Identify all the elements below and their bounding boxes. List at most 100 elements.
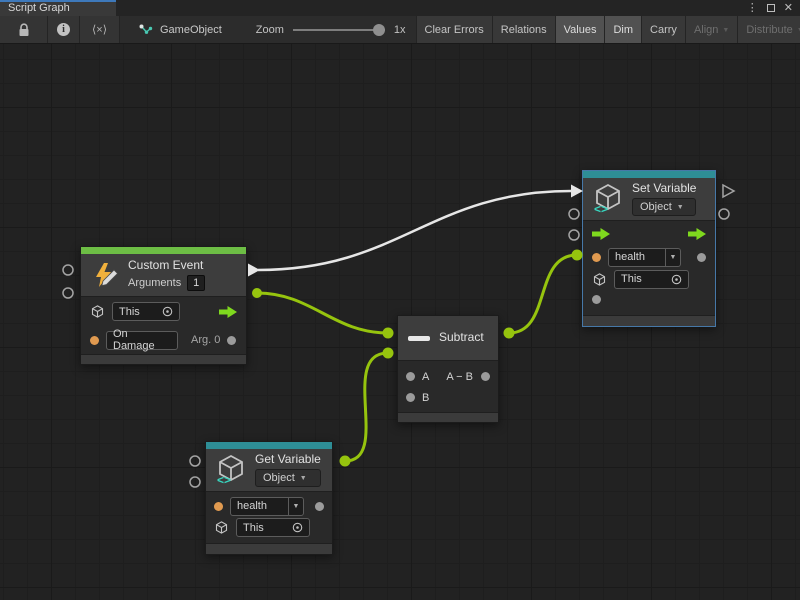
flow-input-port[interactable]: [592, 228, 610, 240]
graph-target-label: GameObject: [160, 24, 222, 36]
arg-output-port[interactable]: [227, 336, 236, 345]
outer-port-ring[interactable]: [569, 230, 579, 240]
node-footer: [398, 412, 498, 422]
cube-icon: [592, 272, 607, 287]
more-icon[interactable]: ⋮: [747, 3, 758, 14]
wire-endpoint: [383, 328, 394, 339]
subtract-header[interactable]: Subtract: [398, 316, 498, 361]
variable-name-dropdown[interactable]: health ▼: [608, 248, 681, 267]
window-controls: ⋮ ✕: [747, 0, 800, 16]
graph-canvas[interactable]: Custom Event Arguments 1 This: [0, 44, 800, 600]
target-field[interactable]: This: [236, 518, 310, 537]
event-name-field[interactable]: On Damage: [106, 331, 178, 350]
variable-accent-bar: [206, 442, 332, 449]
chevron-down-icon: ▼: [288, 498, 303, 515]
outer-port-ring[interactable]: [63, 288, 73, 298]
outer-flow-triangle[interactable]: [723, 185, 734, 197]
arguments-label: Arguments: [128, 277, 181, 289]
event-accent-bar: [81, 247, 246, 254]
wire-endpoint: [572, 250, 583, 261]
wire-arg0-to-subtract-a[interactable]: [257, 293, 388, 333]
target-field[interactable]: This: [112, 302, 180, 321]
node-custom-event[interactable]: Custom Event Arguments 1 This: [80, 246, 247, 365]
clear-errors-button[interactable]: Clear Errors: [417, 16, 493, 43]
node-footer: [206, 543, 332, 554]
chevron-down-icon: ▼: [677, 204, 684, 211]
tab-script-graph[interactable]: Script Graph: [0, 0, 116, 16]
wire-endpoint: [383, 348, 394, 359]
align-button[interactable]: Align ▼: [686, 16, 738, 43]
tab-bar: Script Graph ⋮ ✕: [0, 0, 800, 16]
relations-button[interactable]: Relations: [493, 16, 556, 43]
variable-name-port[interactable]: [592, 253, 601, 262]
toolbar-left-group: i ⟨×⟩: [0, 16, 120, 43]
outer-port-ring[interactable]: [63, 265, 73, 275]
outer-port-ring[interactable]: [190, 456, 200, 466]
zoom-slider-track[interactable]: [293, 29, 385, 31]
input-b-label: B: [422, 392, 429, 404]
target-picker-icon[interactable]: [162, 306, 173, 317]
variable-name-port[interactable]: [214, 502, 223, 511]
chevron-down-icon: ▼: [665, 249, 680, 266]
chevron-down-icon: ▼: [722, 27, 729, 34]
flow-output-port[interactable]: [219, 306, 237, 318]
wire-getvariable-to-subtract-b[interactable]: [345, 353, 388, 461]
outer-port-ring[interactable]: [719, 209, 729, 219]
wire-endpoint: [252, 288, 262, 298]
flow-output-port[interactable]: [688, 228, 706, 240]
cube-icon: [90, 304, 105, 319]
zoom-value: 1x: [394, 24, 406, 36]
node-subtract[interactable]: Subtract A A − B B: [397, 315, 499, 423]
edit-graph-button[interactable]: ⟨×⟩: [80, 16, 120, 43]
target-picker-icon[interactable]: [671, 274, 682, 285]
target-field[interactable]: This: [614, 270, 689, 289]
wire-endpoint: [340, 456, 351, 467]
set-variable-header[interactable]: <> Set Variable Object ▼: [583, 178, 715, 221]
close-icon[interactable]: ✕: [784, 3, 793, 14]
node-title: Set Variable: [632, 182, 696, 195]
arg-label: Arg. 0: [191, 334, 220, 346]
variable-scope-dropdown[interactable]: Object ▼: [255, 469, 321, 487]
toolbar-buttons: Clear Errors Relations Values Dim Carry …: [416, 16, 800, 43]
svg-text:<>: <>: [217, 473, 231, 486]
input-a-port[interactable]: [406, 372, 415, 381]
input-a-label: A: [422, 371, 429, 383]
zoom-slider[interactable]: [293, 23, 385, 37]
value-output-port[interactable]: [697, 253, 706, 262]
node-title: Subtract: [439, 331, 484, 344]
unity-script-graph-window: Script Graph ⋮ ✕ i ⟨×⟩: [0, 0, 800, 600]
arguments-input[interactable]: 1: [187, 275, 205, 291]
wire-flow-customevent-setvariable[interactable]: [258, 191, 571, 270]
lock-icon: [18, 23, 30, 37]
node-get-variable[interactable]: <> Get Variable Object ▼ health ▼: [205, 441, 333, 555]
get-variable-header[interactable]: <> Get Variable Object ▼: [206, 449, 332, 492]
maximize-icon[interactable]: [767, 4, 775, 12]
output-label: A − B: [446, 371, 473, 383]
edit-graph-icon: ⟨×⟩: [92, 23, 107, 36]
carry-button[interactable]: Carry: [642, 16, 686, 43]
outer-port-ring[interactable]: [569, 209, 579, 219]
variable-scope-dropdown[interactable]: Object ▼: [632, 198, 696, 216]
chevron-down-icon: ▼: [300, 475, 307, 482]
dim-button[interactable]: Dim: [605, 16, 642, 43]
custom-event-header[interactable]: Custom Event Arguments 1: [81, 254, 246, 297]
wire-subtract-to-setvariable[interactable]: [509, 255, 577, 333]
node-title: Custom Event: [128, 259, 205, 272]
values-button[interactable]: Values: [556, 16, 606, 43]
outer-port-ring[interactable]: [190, 477, 200, 487]
zoom-slider-knob[interactable]: [373, 24, 385, 36]
variable-cube-icon: <>: [593, 183, 623, 215]
value-input-port[interactable]: [592, 295, 601, 304]
variable-name-dropdown[interactable]: health ▼: [230, 497, 304, 516]
lock-button[interactable]: [0, 16, 48, 43]
target-picker-icon[interactable]: [292, 522, 303, 533]
node-set-variable[interactable]: <> Set Variable Object ▼: [582, 170, 716, 327]
input-b-port[interactable]: [406, 393, 415, 402]
event-port[interactable]: [90, 336, 99, 345]
info-button[interactable]: i: [48, 16, 80, 43]
subtract-icon: [408, 336, 430, 341]
node-footer: [583, 315, 715, 326]
value-output-port[interactable]: [315, 502, 324, 511]
output-port[interactable]: [481, 372, 490, 381]
distribute-button[interactable]: Distribute ▼: [738, 16, 800, 43]
